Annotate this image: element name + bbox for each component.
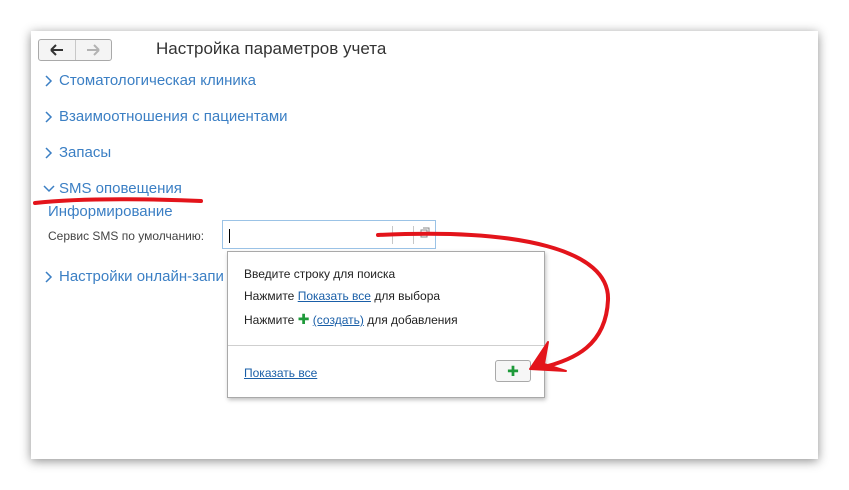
arrow-annotation (376, 231, 611, 370)
annotation-overlay (33, 197, 611, 372)
underline-annotation (33, 197, 203, 205)
arrowhead-annotation (529, 341, 567, 372)
